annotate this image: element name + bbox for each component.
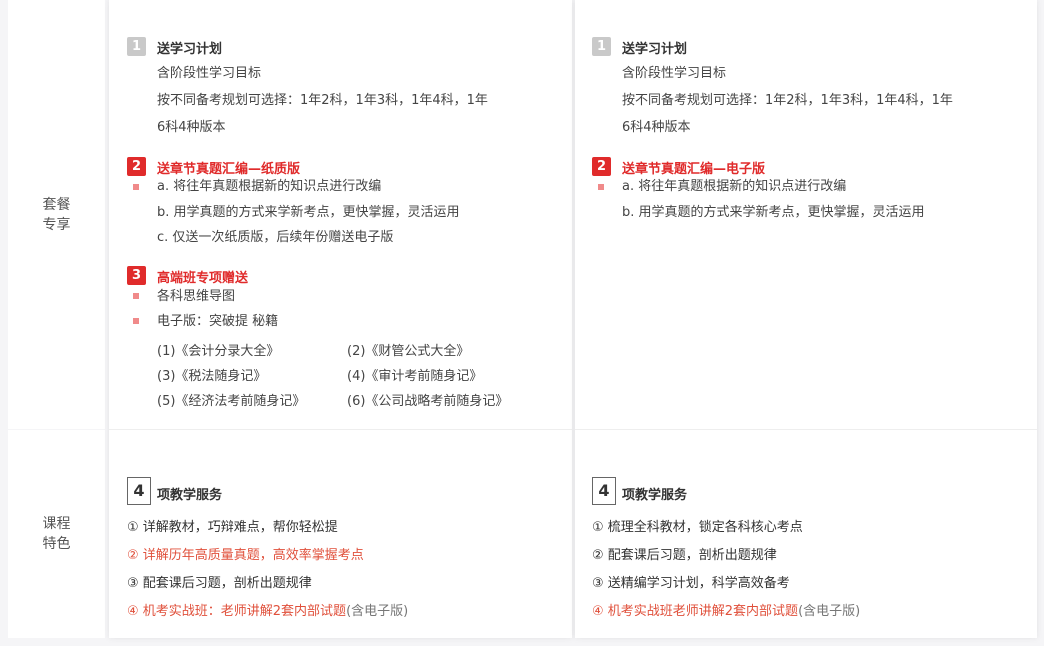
features-label-line-2: 特色: [42, 536, 71, 552]
feature-item-text: ④ 机考实战班老师讲解2套内部试题: [592, 604, 799, 619]
section-number-badge: 3: [127, 266, 146, 285]
row-divider: [109, 429, 572, 430]
feature-item: ① 详解教材，巧辩难点，帮你轻松提: [127, 520, 338, 535]
package-label: 套餐 专享: [43, 195, 71, 235]
section-number-badge: 1: [127, 37, 146, 56]
section-line: 含阶段性学习目标: [622, 66, 727, 81]
feature-item: ③ 配套课后习题，剖析出题规律: [127, 576, 312, 591]
bullet-marker: [133, 293, 139, 299]
section-line: b. 用学真题的方式来学新考点，更快掌握，灵活运用: [622, 205, 925, 220]
package-label-line-1: 套餐: [42, 196, 71, 213]
package-label-cell: 套餐 专享: [8, 0, 105, 429]
feature-item: ② 详解历年高质量真题，高效率掌握考点: [127, 548, 364, 563]
book-item: (5)《经济法考前随身记》: [157, 394, 306, 409]
feature-suffix: (含电子版): [346, 604, 409, 619]
section-title-exam-compilation: 送章节真题汇编—纸质版: [157, 162, 301, 177]
bullet-marker: [598, 184, 604, 190]
section-line: b. 用学真题的方式来学新考点，更快掌握，灵活运用: [157, 205, 460, 220]
service-count-box: 4: [592, 477, 616, 505]
section-line: a. 将往年真题根据新的知识点进行改编: [622, 179, 847, 194]
features-label: 课程 特色: [43, 514, 71, 554]
feature-item: ② 配套课后习题，剖析出题规律: [592, 548, 777, 563]
feature-item: ④ 机考实战班：老师讲解2套内部试题(含电子版): [127, 600, 408, 619]
section-line: 6科4种版本: [622, 120, 691, 135]
feature-item-text: ④ 机考实战班：老师讲解2套内部试题: [127, 604, 347, 619]
feature-item: ③ 送精编学习计划，科学高效备考: [592, 576, 790, 591]
plan-card-left: 1 送学习计划 含阶段性学习目标 按不同备考规划可选择：1年2科，1年3科，1年…: [109, 0, 572, 638]
section-line: 电子版：突破提 秘籍: [157, 314, 279, 329]
section-title-exam-compilation: 送章节真题汇编—电子版: [622, 162, 766, 177]
feature-item: ④ 机考实战班老师讲解2套内部试题(含电子版): [592, 600, 860, 619]
bullet-marker: [133, 184, 139, 190]
package-label-line-2: 专享: [42, 216, 71, 233]
feature-item: ① 梳理全科教材，锁定各科核心考点: [592, 520, 803, 535]
section-line: a. 将往年真题根据新的知识点进行改编: [157, 179, 382, 194]
features-label-cell: 课程 特色: [8, 430, 105, 638]
bullet-marker: [133, 318, 139, 324]
section-line: 含阶段性学习目标: [157, 66, 262, 81]
book-item: (2)《财管公式大全》: [347, 344, 470, 359]
row-divider: [575, 429, 1037, 430]
section-line: 6科4种版本: [157, 120, 226, 135]
book-item: (1)《会计分录大全》: [157, 344, 280, 359]
plan-card-right: 1 送学习计划 含阶段性学习目标 按不同备考规划可选择：1年2科，1年3科，1年…: [575, 0, 1037, 638]
features-label-line-1: 课程: [42, 516, 71, 532]
service-title: 项教学服务: [622, 488, 688, 503]
section-title-study-plan: 送学习计划: [622, 42, 688, 57]
book-item: (6)《公司战略考前随身记》: [347, 394, 509, 409]
section-number-badge: 1: [592, 37, 611, 56]
section-title-study-plan: 送学习计划: [157, 42, 223, 57]
section-title-premium-gift: 高端班专项赠送: [157, 271, 249, 286]
section-line: 各科思维导图: [157, 289, 236, 304]
book-item: (3)《税法随身记》: [157, 369, 267, 384]
book-item: (4)《审计考前随身记》: [347, 369, 483, 384]
service-title: 项教学服务: [157, 488, 223, 503]
section-line: c. 仅送一次纸质版，后续年份赠送电子版: [157, 230, 394, 245]
section-line: 按不同备考规划可选择：1年2科，1年3科，1年4科，1年: [157, 93, 488, 108]
feature-suffix: (含电子版): [798, 604, 861, 619]
section-number-badge: 2: [592, 157, 611, 176]
section-number-badge: 2: [127, 157, 146, 176]
service-count-box: 4: [127, 477, 151, 505]
section-line: 按不同备考规划可选择：1年2科，1年3科，1年4科，1年: [622, 93, 953, 108]
